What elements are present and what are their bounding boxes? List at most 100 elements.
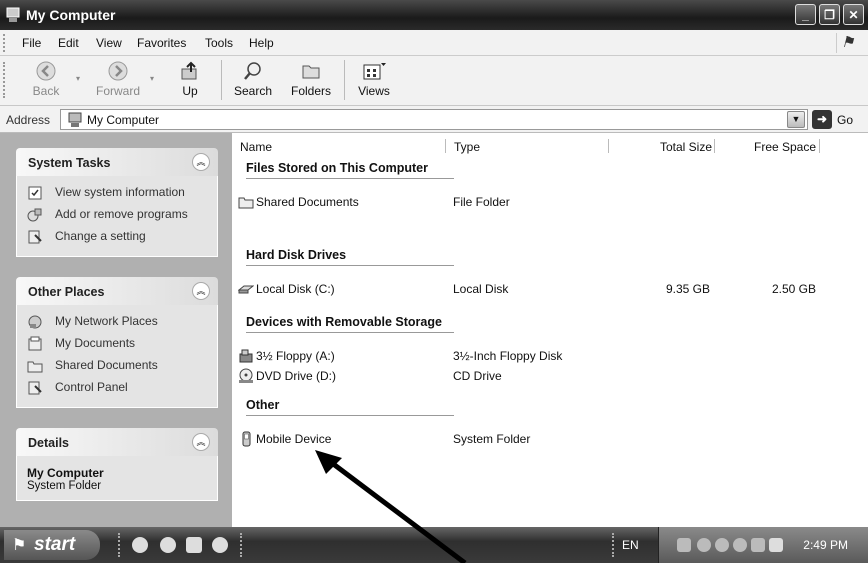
restore-button[interactable]: ❐ bbox=[819, 4, 840, 25]
task-view-system-information[interactable]: View system information bbox=[17, 182, 217, 204]
display-tray-icon[interactable] bbox=[751, 538, 765, 552]
computer-icon bbox=[68, 112, 82, 127]
task-pane: System Tasks ︽ View system information A… bbox=[0, 133, 232, 527]
search-label: Search bbox=[233, 84, 273, 98]
menu-favorites[interactable]: Favorites bbox=[137, 36, 186, 50]
back-dropdown-icon[interactable]: ▾ bbox=[76, 74, 80, 83]
list-item-floppy-a[interactable]: 3½ Floppy (A:) 3½-Inch Floppy Disk bbox=[232, 347, 868, 365]
desktop-quicklaunch-icon[interactable] bbox=[186, 537, 202, 553]
views-button[interactable]: Views bbox=[354, 60, 394, 98]
other-places-header[interactable]: Other Places ︽ bbox=[16, 277, 218, 305]
folder-up-icon bbox=[181, 61, 197, 80]
column-divider[interactable] bbox=[608, 139, 609, 153]
place-my-documents[interactable]: My Documents bbox=[17, 333, 217, 355]
task-label: Change a setting bbox=[55, 229, 146, 243]
place-label: Control Panel bbox=[55, 380, 128, 394]
menu-file[interactable]: File bbox=[22, 36, 41, 50]
system-tasks-title: System Tasks bbox=[28, 156, 111, 170]
menu-view[interactable]: View bbox=[96, 36, 122, 50]
item-name: Shared Documents bbox=[256, 195, 359, 209]
item-name: 3½ Floppy (A:) bbox=[256, 349, 335, 363]
collapse-chevron-icon[interactable]: ︽ bbox=[192, 153, 210, 171]
folder-icon bbox=[238, 197, 254, 209]
network-tray-icon[interactable] bbox=[677, 538, 691, 552]
up-button[interactable]: Up bbox=[170, 60, 210, 98]
system-tasks-header[interactable]: System Tasks ︽ bbox=[16, 148, 218, 176]
update-tray-icon[interactable] bbox=[733, 538, 747, 552]
forward-button[interactable]: Forward bbox=[93, 60, 143, 98]
column-divider[interactable] bbox=[714, 139, 715, 153]
task-label: View system information bbox=[55, 185, 185, 199]
place-shared-documents[interactable]: Shared Documents bbox=[17, 355, 217, 377]
system-tasks-body: View system information Add or remove pr… bbox=[16, 176, 218, 257]
volume-tray-icon[interactable] bbox=[697, 538, 711, 552]
folders-button[interactable]: Folders bbox=[286, 60, 336, 98]
language-indicator[interactable]: EN bbox=[622, 538, 639, 552]
minimize-button[interactable]: _ bbox=[795, 4, 816, 25]
search-button[interactable]: Search bbox=[230, 60, 276, 98]
address-value: My Computer bbox=[87, 113, 160, 127]
group-header: Hard Disk Drives bbox=[246, 248, 347, 262]
clock[interactable]: 2:49 PM bbox=[803, 538, 848, 552]
task-change-setting[interactable]: Change a setting bbox=[17, 226, 217, 248]
ie-quicklaunch-icon[interactable] bbox=[132, 537, 148, 553]
media-player-quicklaunch-icon[interactable] bbox=[160, 537, 176, 553]
security-tray-icon[interactable] bbox=[715, 538, 729, 552]
details-panel: Details ︽ My Computer System Folder bbox=[16, 428, 218, 501]
column-type[interactable]: Type bbox=[454, 140, 480, 154]
control-panel-icon bbox=[28, 230, 42, 244]
column-headers: Name Type Total Size Free Space bbox=[232, 137, 868, 155]
forward-dropdown-icon[interactable]: ▾ bbox=[150, 74, 154, 83]
place-control-panel[interactable]: Control Panel bbox=[17, 377, 217, 399]
browser-quicklaunch-icon[interactable] bbox=[212, 537, 228, 553]
hard-disk-icon bbox=[238, 285, 254, 294]
column-free-space[interactable]: Free Space bbox=[754, 140, 816, 154]
back-label: Back bbox=[32, 84, 60, 98]
list-item-dvd-d[interactable]: DVD Drive (D:) CD Drive bbox=[232, 367, 868, 385]
address-label: Address bbox=[6, 113, 51, 127]
collapse-chevron-icon[interactable]: ︽ bbox=[192, 282, 210, 300]
task-add-remove-programs[interactable]: Add or remove programs bbox=[17, 204, 217, 226]
forward-arrow-icon bbox=[108, 61, 128, 81]
list-item-local-disk-c[interactable]: Local Disk (C:) Local Disk 9.35 GB 2.50 … bbox=[232, 280, 868, 298]
address-dropdown-button[interactable]: ▼ bbox=[787, 111, 805, 128]
start-button[interactable]: ⚑ start bbox=[4, 530, 100, 560]
details-subtitle: System Folder bbox=[27, 480, 102, 492]
other-places-panel: Other Places ︽ My Network Places My Docu… bbox=[16, 277, 218, 408]
folders-icon bbox=[302, 65, 320, 79]
messenger-tray-icon[interactable] bbox=[769, 538, 783, 552]
up-label: Up bbox=[182, 84, 198, 98]
item-type: 3½-Inch Floppy Disk bbox=[453, 349, 563, 363]
menu-tools[interactable]: Tools bbox=[205, 36, 233, 50]
item-free-space: 2.50 GB bbox=[771, 282, 816, 296]
other-places-body: My Network Places My Documents Shared Do… bbox=[16, 305, 218, 408]
list-item-shared-documents[interactable]: Shared Documents File Folder bbox=[232, 193, 868, 211]
other-places-title: Other Places bbox=[28, 285, 105, 299]
add-remove-icon bbox=[27, 208, 42, 222]
column-divider[interactable] bbox=[445, 139, 446, 153]
close-button[interactable]: ✕ bbox=[843, 4, 864, 25]
computer-icon bbox=[6, 7, 20, 22]
control-panel-icon bbox=[28, 381, 42, 395]
column-divider[interactable] bbox=[819, 139, 820, 153]
group-header: Files Stored on This Computer bbox=[246, 161, 428, 175]
column-name[interactable]: Name bbox=[240, 140, 272, 154]
details-body: My Computer System Folder bbox=[16, 456, 218, 501]
floppy-icon bbox=[239, 349, 253, 363]
menu-edit[interactable]: Edit bbox=[58, 36, 79, 50]
menu-bar: File Edit View Favorites Tools Help ⚑ bbox=[0, 30, 868, 56]
views-icon bbox=[363, 63, 386, 80]
collapse-chevron-icon[interactable]: ︽ bbox=[192, 433, 210, 451]
system-tasks-panel: System Tasks ︽ View system information A… bbox=[16, 148, 218, 257]
column-total-size[interactable]: Total Size bbox=[660, 140, 712, 154]
place-label: My Network Places bbox=[55, 314, 158, 328]
address-input[interactable]: My Computer bbox=[60, 109, 808, 130]
go-button[interactable]: ➜ Go bbox=[812, 110, 864, 129]
place-my-network-places[interactable]: My Network Places bbox=[17, 311, 217, 333]
address-bar: Address My Computer ▼ ➜ Go bbox=[0, 106, 868, 133]
item-total-size: 9.35 GB bbox=[665, 282, 710, 296]
back-button[interactable]: Back bbox=[26, 60, 66, 98]
details-header[interactable]: Details ︽ bbox=[16, 428, 218, 456]
taskbar-grip bbox=[612, 533, 614, 557]
menu-help[interactable]: Help bbox=[249, 36, 274, 50]
